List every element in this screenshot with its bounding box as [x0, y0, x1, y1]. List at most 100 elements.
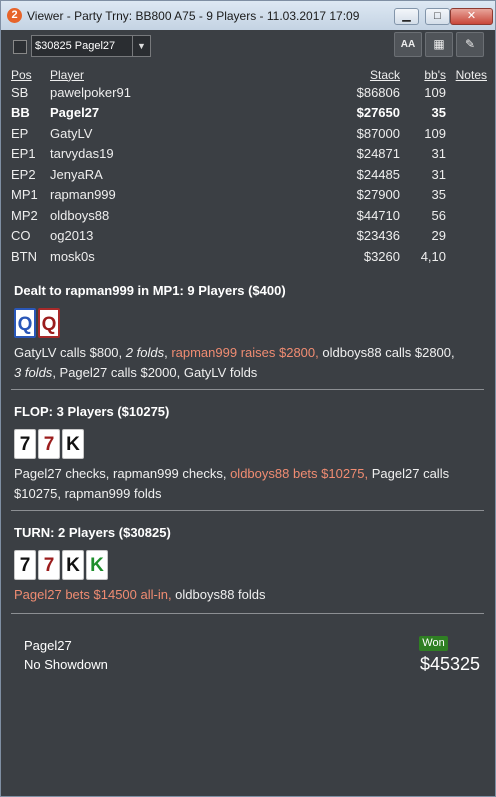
viewer-window: 2 Viewer - Party Trny: BB800 A75 - 9 Pla… — [0, 0, 496, 797]
grid-button[interactable]: ▦ — [425, 32, 453, 57]
player-cell[interactable]: tarvydas19 — [50, 144, 320, 165]
card: Q — [14, 308, 36, 338]
turn-section: TURN: 2 Players ($30825) 77KK Pagel27 be… — [14, 525, 486, 605]
toolbar: $30825 Pagel27 ▼ AA ▦ ✎ — [1, 30, 495, 63]
bb-cell: 31 — [431, 166, 446, 182]
notes-cell[interactable] — [446, 123, 487, 144]
pos-cell: BB — [11, 105, 30, 121]
close-button[interactable]: ✕ — [450, 8, 493, 25]
maximize-icon: □ — [434, 10, 441, 22]
stack-cell: $3260 — [363, 248, 400, 264]
stack-cell: $24871 — [356, 146, 400, 162]
stack-cell: $44710 — [356, 207, 400, 223]
pos-cell: MP2 — [11, 207, 38, 223]
notes-cell[interactable] — [446, 164, 487, 185]
card: 7 — [14, 550, 36, 580]
players-table: Pos Player Stack bb's Notes SB pawelpoke… — [11, 67, 487, 267]
pos-cell: EP2 — [11, 166, 36, 182]
player-cell[interactable]: Pagel27 — [50, 103, 320, 124]
notes-cell[interactable] — [446, 246, 487, 267]
stack-cell: $24485 — [356, 166, 400, 182]
font-size-icon: AA — [400, 39, 416, 50]
pencil-icon: ✎ — [464, 37, 476, 51]
stack-cell: $27900 — [356, 187, 400, 203]
card: Q — [38, 308, 60, 338]
notes-cell[interactable] — [446, 82, 487, 103]
pos-cell: CO — [11, 228, 31, 244]
flop-actions: Pagel27 checks, rapman999 checks, oldboy… — [14, 466, 450, 501]
table-row: SB pawelpoker91 $86806 109 — [11, 82, 487, 103]
edit-button[interactable]: ✎ — [456, 32, 484, 57]
table-row: BTN mosk0s $3260 4,10 — [11, 246, 487, 267]
bb-header[interactable]: bb's — [400, 67, 446, 82]
hand-select-dropdown[interactable]: $30825 Pagel27 ▼ — [31, 35, 151, 57]
table-row: CO og2013 $23436 29 — [11, 226, 487, 247]
board-cards: 77K — [14, 429, 486, 461]
notes-cell[interactable] — [446, 185, 487, 206]
notes-header[interactable]: Notes — [446, 67, 487, 82]
player-cell[interactable]: JenyaRA — [50, 164, 320, 185]
player-cell[interactable]: pawelpoker91 — [50, 82, 320, 103]
table-row: MP2 oldboys88 $44710 56 — [11, 205, 487, 226]
preflop-section: Dealt to rapman999 in MP1: 9 Players ($4… — [14, 283, 486, 383]
notes-cell[interactable] — [446, 205, 487, 226]
maximize-button[interactable]: □ — [425, 8, 450, 25]
stack-cell: $86806 — [356, 84, 400, 100]
table-row-hero: BB Pagel27 $27650 35 — [11, 103, 487, 124]
minimize-icon: ▁ — [402, 10, 411, 22]
player-cell[interactable]: mosk0s — [50, 246, 320, 267]
card: K — [62, 429, 84, 459]
flop-title: FLOP: 3 Players ($10275) — [14, 404, 170, 419]
pos-header[interactable]: Pos — [11, 67, 50, 82]
table-row: EP1 tarvydas19 $24871 31 — [11, 144, 487, 165]
bb-cell: 35 — [431, 187, 446, 203]
divider — [11, 510, 484, 511]
notes-cell[interactable] — [446, 144, 487, 165]
card: 7 — [38, 550, 60, 580]
grid-icon: ▦ — [433, 37, 445, 51]
notes-cell[interactable] — [446, 103, 487, 124]
hole-cards: QQ — [14, 308, 486, 340]
table-row: MP1 rapman999 $27900 35 — [11, 185, 487, 206]
stack-cell: $23436 — [356, 228, 400, 244]
card: K — [86, 550, 108, 580]
bb-cell: 109 — [424, 125, 446, 141]
card: 7 — [14, 429, 36, 459]
flop-section: FLOP: 3 Players ($10275) 77K Pagel27 che… — [14, 404, 486, 504]
bb-cell: 4,10 — [420, 248, 446, 264]
pos-cell: BTN — [11, 248, 37, 264]
bb-cell: 56 — [431, 207, 446, 223]
notes-cell[interactable] — [446, 226, 487, 247]
turn-title: TURN: 2 Players ($30825) — [14, 525, 171, 540]
bb-cell: 29 — [431, 228, 446, 244]
app-icon: 2 — [7, 8, 22, 23]
window-title: Viewer - Party Trny: BB800 A75 - 9 Playe… — [27, 9, 360, 23]
card: K — [62, 550, 84, 580]
player-header[interactable]: Player — [50, 67, 320, 82]
pos-cell: SB — [11, 84, 29, 100]
won-amount: $45325 — [420, 654, 481, 674]
table-header-row: Pos Player Stack bb's Notes — [11, 67, 487, 82]
hand-select-value: $30825 Pagel27 — [35, 40, 116, 52]
pos-cell: EP1 — [11, 146, 36, 162]
table-row: EP GatyLV $87000 109 — [11, 123, 487, 144]
player-cell[interactable]: rapman999 — [50, 185, 320, 206]
title-bar[interactable]: 2 Viewer - Party Trny: BB800 A75 - 9 Pla… — [1, 1, 495, 31]
pos-cell: EP — [11, 125, 29, 141]
chevron-down-icon: ▼ — [132, 36, 150, 56]
player-cell[interactable]: GatyLV — [50, 123, 320, 144]
preflop-actions: GatyLV calls $800, 2 folds, rapman999 ra… — [14, 345, 455, 380]
divider — [11, 613, 484, 614]
turn-actions: Pagel27 bets $14500 all-in, oldboys88 fo… — [14, 587, 266, 602]
font-size-button[interactable]: AA — [394, 32, 422, 57]
player-cell[interactable]: og2013 — [50, 226, 320, 247]
table-row: EP2 JenyaRA $24485 31 — [11, 164, 487, 185]
player-cell[interactable]: oldboys88 — [50, 205, 320, 226]
minimize-button[interactable]: ▁ — [394, 8, 419, 25]
stack-header[interactable]: Stack — [320, 67, 400, 82]
won-badge: Won — [419, 636, 448, 651]
select-checkbox[interactable] — [13, 40, 27, 54]
stack-cell: $87000 — [356, 125, 400, 141]
preflop-title: Dealt to rapman999 in MP1: 9 Players ($4… — [14, 283, 286, 298]
divider — [11, 389, 484, 390]
